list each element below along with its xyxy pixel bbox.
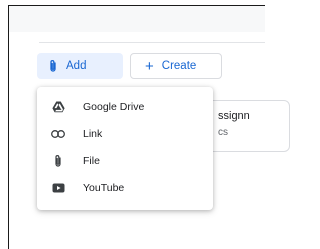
assignment-card-title: ssignn (218, 110, 250, 122)
paperclip-icon (48, 59, 58, 73)
menu-item-file[interactable]: File (37, 147, 213, 174)
add-menu: Google Drive Link File YouTube (37, 87, 213, 210)
menu-item-label: YouTube (83, 181, 125, 194)
top-band (9, 6, 265, 32)
assignment-card-subtitle: cs (218, 127, 228, 138)
add-button[interactable]: Add (37, 53, 123, 79)
link-icon (51, 127, 65, 141)
youtube-icon (51, 181, 65, 195)
create-button-label: Create (161, 60, 197, 72)
menu-item-label: File (83, 154, 100, 167)
menu-item-google-drive[interactable]: Google Drive (37, 93, 213, 120)
menu-item-label: Google Drive (83, 100, 145, 113)
add-button-label: Add (66, 60, 87, 72)
google-drive-icon (51, 100, 65, 114)
create-button[interactable]: + Create (130, 53, 222, 79)
menu-item-label: Link (83, 127, 103, 140)
menu-item-link[interactable]: Link (37, 120, 213, 147)
menu-item-youtube[interactable]: YouTube (37, 174, 213, 201)
plus-icon: + (145, 57, 154, 75)
paperclip-icon (51, 154, 65, 168)
divider (39, 42, 265, 43)
